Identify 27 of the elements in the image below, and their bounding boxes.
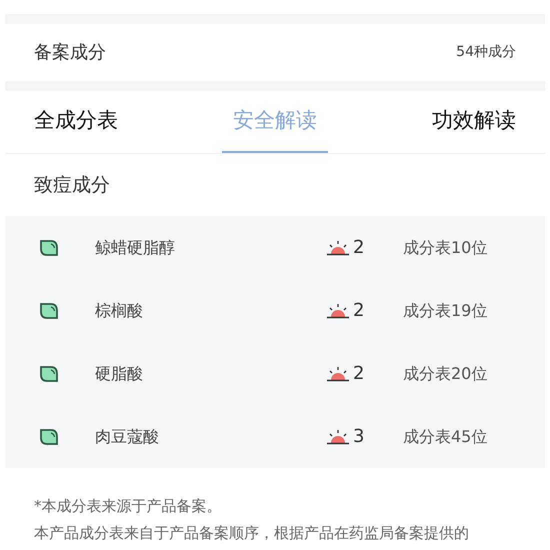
- ingredient-name: 肉豆蔻酸: [95, 426, 160, 448]
- section-title: 致痘成分: [34, 172, 110, 198]
- list-position: 成分表20位: [403, 362, 488, 384]
- risk-level: 2: [353, 362, 364, 386]
- summary-label: 备案成分: [34, 41, 106, 65]
- half-sun-icon: [325, 366, 351, 382]
- leaf-icon: [39, 428, 59, 446]
- description: 本产品成分表来自于产品备案顺序，根据产品在药监局备案提供的: [33, 523, 470, 544]
- half-sun-icon: [325, 302, 351, 318]
- half-sun-icon: [325, 240, 351, 256]
- ingredient-name: 棕榈酸: [95, 300, 144, 322]
- list-position: 成分表10位: [403, 236, 488, 258]
- risk-level: 3: [353, 425, 364, 449]
- risk-level: 2: [353, 236, 364, 260]
- leaf-icon: [39, 364, 59, 382]
- leaf-icon: [39, 302, 59, 320]
- half-sun-icon: [325, 428, 351, 444]
- footnote: *本成分表来源于产品备案。: [33, 496, 222, 517]
- leaf-icon: [39, 238, 59, 256]
- ingredient-name: 硬脂酸: [95, 362, 144, 384]
- list-position: 成分表19位: [403, 300, 488, 322]
- ingredient-name: 鲸蜡硬脂醇: [95, 236, 176, 258]
- tab[interactable]: 功效解读: [421, 91, 527, 153]
- ingredient-count: 54种成分: [456, 43, 516, 62]
- tab[interactable]: 全成分表: [23, 91, 129, 153]
- risk-level: 2: [353, 299, 364, 323]
- list-position: 成分表45位: [403, 426, 488, 448]
